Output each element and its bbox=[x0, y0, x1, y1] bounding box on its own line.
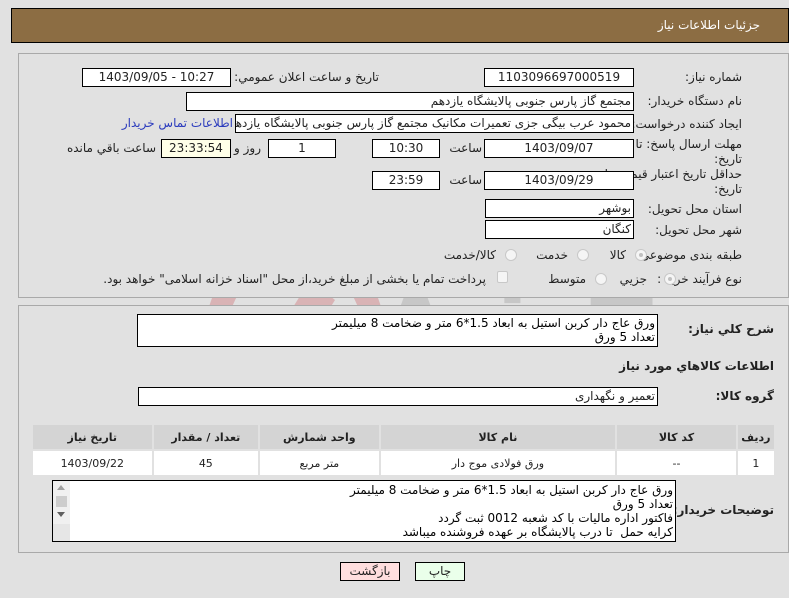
province-label: استان محل تحویل: bbox=[647, 202, 742, 216]
buyer-org-field: مجتمع گاز پارس جنوبی پالایشگاه یازدهم bbox=[186, 92, 634, 111]
buyer-notes-box: ورق عاج دار کربن استیل به ابعاد 1.5*6 مت… bbox=[52, 480, 676, 542]
purchase-type-radio-medium[interactable] bbox=[595, 273, 607, 285]
reply-deadline-time-field: 10:30 bbox=[372, 139, 440, 158]
col-row-number: ردیف bbox=[737, 425, 774, 449]
col-item-name: نام کالا bbox=[380, 425, 616, 449]
category-label: طبقه بندی موضوعی: bbox=[635, 248, 742, 262]
announce-datetime-field: 1403/09/05 - 10:27 bbox=[82, 68, 231, 87]
page-title: جزئیات اطلاعات نیاز bbox=[657, 18, 760, 32]
purchase-type-option-minor: جزیي bbox=[619, 272, 647, 286]
scroll-down-arrow-icon[interactable] bbox=[57, 512, 65, 517]
cell-item-name: ورق فولادی موج دار bbox=[380, 451, 616, 475]
goods-table: ردیف کد کالا نام کالا واحد شمارش تعداد /… bbox=[31, 423, 776, 477]
requester-label: ایجاد کننده درخواست: bbox=[631, 117, 742, 131]
city-label: شهر محل تحویل: bbox=[655, 223, 742, 237]
category-option-goods-service: کالا/خدمت bbox=[443, 248, 496, 262]
category-radio-goods[interactable] bbox=[635, 249, 647, 261]
buyer-org-label: نام دستگاه خریدار: bbox=[647, 94, 743, 108]
reply-deadline-date-field: 1403/09/07 bbox=[484, 139, 634, 158]
need-number-field: 1103096697000519 bbox=[484, 68, 634, 87]
scroll-thumb[interactable] bbox=[56, 496, 67, 507]
announce-datetime-label: تاریخ و ساعت اعلان عمومي: bbox=[234, 70, 379, 84]
treasury-payment-checkbox[interactable] bbox=[497, 271, 508, 283]
buyer-contact-link[interactable]: اطلاعات تماس خریدار bbox=[122, 116, 233, 130]
city-field: کنگان bbox=[485, 220, 634, 239]
scroll-up-arrow-icon[interactable] bbox=[57, 485, 65, 490]
description-label: شرح کلي نیاز: bbox=[688, 322, 774, 336]
cell-need-date: 1403/09/22 bbox=[33, 451, 152, 475]
print-button[interactable]: چاپ bbox=[415, 562, 465, 581]
cell-row-number: 1 bbox=[737, 451, 774, 475]
requester-field: محمود عرب بیگی جزی تعمیرات مکانیک مجتمع … bbox=[235, 114, 634, 133]
back-button[interactable]: بازگشت bbox=[340, 562, 400, 581]
table-row: 1 -- ورق فولادی موج دار متر مربع 45 1403… bbox=[33, 451, 774, 475]
buyer-notes-label: توضیحات خریدار: bbox=[672, 503, 774, 517]
price-validity-time-field: 23:59 bbox=[372, 171, 440, 190]
price-time-label: ساعت bbox=[449, 173, 482, 187]
resize-grip-icon[interactable] bbox=[53, 524, 70, 541]
cell-item-code: -- bbox=[617, 451, 736, 475]
remaining-days-field: 1 bbox=[268, 139, 336, 158]
col-need-date: تاریخ نیاز bbox=[33, 425, 152, 449]
treasury-payment-note: پرداخت تمام یا بخشی از مبلغ خرید،از محل … bbox=[103, 272, 486, 286]
cell-quantity: 45 bbox=[153, 451, 259, 475]
category-option-service: خدمت bbox=[536, 248, 568, 262]
need-number-label: شماره نیاز: bbox=[685, 70, 742, 84]
cell-unit: متر مربع bbox=[260, 451, 379, 475]
category-radio-service[interactable] bbox=[577, 249, 589, 261]
reply-time-label: ساعت bbox=[449, 141, 482, 155]
days-label: روز و bbox=[234, 141, 261, 155]
goods-table-container: ردیف کد کالا نام کالا واحد شمارش تعداد /… bbox=[31, 423, 776, 477]
purchase-type-radio-minor[interactable] bbox=[664, 273, 676, 285]
goods-table-header: ردیف کد کالا نام کالا واحد شمارش تعداد /… bbox=[33, 425, 774, 449]
page-header: جزئیات اطلاعات نیاز bbox=[11, 8, 789, 43]
category-radio-goods-service[interactable] bbox=[505, 249, 517, 261]
goods-group-field: تعمیر و نگهداری bbox=[138, 387, 658, 406]
remaining-time-label: ساعت باقي مانده bbox=[66, 141, 156, 155]
goods-section-title: اطلاعات کالاهاي مورد نیاز bbox=[619, 359, 774, 373]
province-field: بوشهر bbox=[485, 199, 634, 218]
buyer-notes-textarea[interactable]: ورق عاج دار کربن استیل به ابعاد 1.5*6 مت… bbox=[70, 481, 675, 541]
col-unit: واحد شمارش bbox=[260, 425, 379, 449]
reply-deadline-label: مهلت ارسال پاسخ: تا تاریخ: bbox=[635, 137, 742, 166]
goods-group-label: گروه کالا: bbox=[715, 389, 774, 403]
buyer-notes-scrollbar[interactable] bbox=[53, 481, 70, 541]
remaining-time-field: 23:33:54 bbox=[161, 139, 231, 158]
col-item-code: کد کالا bbox=[617, 425, 736, 449]
category-option-goods: کالا bbox=[609, 248, 626, 262]
col-quantity: تعداد / مقدار bbox=[153, 425, 259, 449]
description-textarea[interactable]: ورق عاج دار کربن استیل به ابعاد 1.5*6 مت… bbox=[137, 314, 658, 347]
price-validity-date-field: 1403/09/29 bbox=[484, 171, 634, 190]
purchase-type-option-medium: متوسط bbox=[548, 272, 586, 286]
